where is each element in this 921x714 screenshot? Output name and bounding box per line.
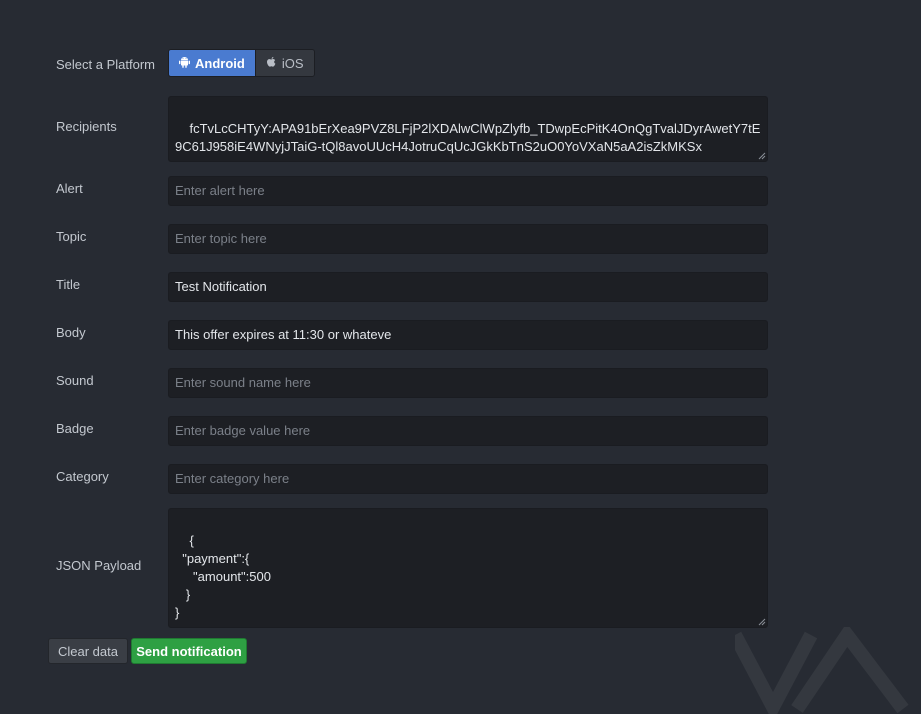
recipients-label: Recipients (56, 119, 117, 134)
badge-label: Badge (56, 421, 94, 436)
json-payload-label: JSON Payload (56, 558, 142, 573)
body-input[interactable]: This offer expires at 11:30 or whateve (168, 320, 768, 350)
title-label: Title (56, 277, 81, 292)
json-payload-value: { "payment":{ "amount":500 } } (175, 533, 271, 620)
alert-input[interactable]: Enter alert here (168, 176, 768, 206)
topic-label: Topic (56, 229, 87, 244)
android-icon (179, 56, 190, 71)
va-logo-watermark-icon (735, 627, 909, 714)
category-label: Category (56, 469, 109, 484)
platform-ios-label: iOS (281, 55, 304, 71)
body-label: Body (56, 325, 86, 340)
resize-grip-icon[interactable] (758, 618, 766, 626)
resize-grip-icon[interactable] (758, 152, 766, 160)
platform-label: Select a Platform (56, 57, 155, 72)
platform-android-label: Android (195, 55, 245, 71)
recipients-textarea[interactable]: fcTvLcCHTyY:APA91bErXea9PVZ8LFjP2lXDAlwC… (168, 96, 768, 162)
send-notification-button[interactable]: Send notification (131, 638, 247, 664)
sound-input[interactable]: Enter sound name here (168, 368, 768, 398)
topic-input[interactable]: Enter topic here (168, 224, 768, 254)
platform-android-button[interactable]: Android (169, 50, 255, 76)
platform-toggle: Android iOS (168, 49, 315, 77)
push-notification-form: Select a Platform Android iOS Recipients… (0, 0, 921, 714)
category-input[interactable]: Enter category here (168, 464, 768, 494)
sound-label: Sound (56, 373, 94, 388)
recipients-value: fcTvLcCHTyY:APA91bErXea9PVZ8LFjP2lXDAlwC… (175, 121, 761, 154)
apple-icon (266, 56, 277, 71)
title-input[interactable]: Test Notification (168, 272, 768, 302)
badge-input[interactable]: Enter badge value here (168, 416, 768, 446)
alert-label: Alert (56, 181, 83, 196)
platform-ios-button[interactable]: iOS (254, 50, 314, 76)
clear-data-button[interactable]: Clear data (48, 638, 128, 664)
json-payload-textarea[interactable]: { "payment":{ "amount":500 } } (168, 508, 768, 628)
